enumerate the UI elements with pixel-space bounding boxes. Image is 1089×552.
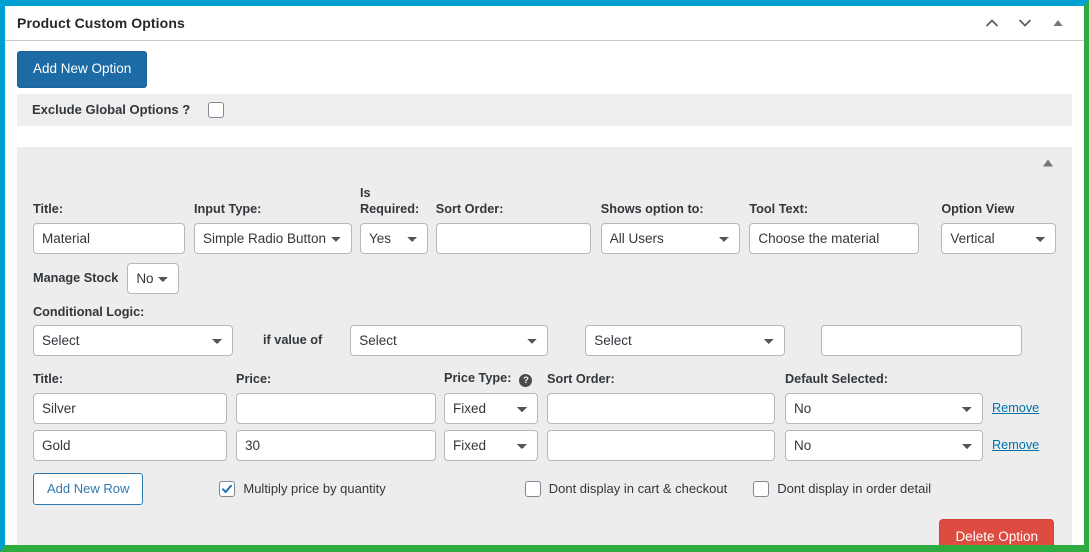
help-circle-icon[interactable]: ? [519, 373, 533, 387]
label-manage-stock: Manage Stock [33, 271, 119, 285]
table-row: Fixed No Remove [33, 429, 1056, 461]
option-view-select[interactable]: Vertical [941, 222, 1057, 254]
rows-footer: Add New Row Multiply price by quantity D… [33, 472, 1056, 505]
label-input-type: Input Type: [193, 201, 262, 216]
row-price-input[interactable] [236, 429, 436, 461]
row-remove-link[interactable]: Remove [992, 438, 1039, 452]
field-option-view: Option View Vertical [941, 201, 1057, 254]
multiply-price-label: Multiply price by quantity [243, 481, 386, 496]
label-row-default-selected: Default Selected: [785, 371, 888, 386]
rows-header: Title: Price: Price Type:? Sort Order: D… [33, 370, 1056, 387]
row-price-input[interactable] [236, 392, 436, 424]
row-price-type-select[interactable]: Fixed [444, 392, 538, 424]
chevron-up-icon[interactable] [984, 15, 1000, 31]
conditional-logic-row: Select if value of Select Select [33, 324, 1056, 356]
manage-stock-row: Manage Stock No [33, 262, 1056, 294]
hide-in-order-checkbox[interactable] [753, 480, 770, 497]
option-sort-order-input[interactable] [435, 222, 591, 254]
label-option-view: Option View [941, 201, 1015, 216]
panel-body: Add New Option Exclude Global Options ? … [5, 41, 1084, 545]
multiply-price-group: Multiply price by quantity [219, 480, 386, 497]
field-title: Title: [33, 201, 185, 254]
label-title: Title: [33, 201, 64, 216]
option-title-input[interactable] [33, 222, 185, 254]
label-row-sort-order: Sort Order: [547, 371, 615, 386]
panel-toggle-triangle-up-icon[interactable] [1050, 15, 1066, 31]
field-input-type: Input Type: Simple Radio Button [193, 201, 352, 254]
input-type-select[interactable]: Simple Radio Button [193, 222, 352, 254]
conditional-logic-value-input[interactable] [821, 324, 1023, 356]
header-icon-group [984, 15, 1072, 31]
hide-order-group: Dont display in order detail [753, 480, 932, 497]
label-sort-order: Sort Order: [435, 201, 504, 216]
tool-text-input[interactable] [749, 222, 920, 254]
exclude-global-options-bar: Exclude Global Options ? [17, 93, 1072, 126]
field-tool-text: Tool Text: [749, 201, 920, 254]
row-title-input[interactable] [33, 392, 227, 424]
multiply-price-checkbox[interactable] [219, 480, 236, 497]
field-is-required: Is Required: Yes [359, 185, 428, 254]
delete-option-row: Delete Option [33, 518, 1056, 545]
conditional-logic-select-3[interactable]: Select [585, 324, 786, 356]
add-new-option-button[interactable]: Add New Option [17, 51, 148, 88]
exclude-global-options-checkbox[interactable] [208, 101, 225, 118]
exclude-global-options-label: Exclude Global Options ? [32, 102, 191, 117]
field-shows-option-to: Shows option to: All Users [600, 201, 741, 254]
hide-in-cart-label: Dont display in cart & checkout [548, 481, 728, 496]
page-title: Product Custom Options [17, 15, 185, 31]
shows-option-to-select[interactable]: All Users [600, 222, 741, 254]
row-title-input[interactable] [33, 429, 227, 461]
label-conditional-logic: Conditional Logic: [33, 304, 145, 319]
row-sort-order-input[interactable] [547, 392, 775, 424]
conditional-logic-select-1[interactable]: Select [33, 324, 233, 356]
row-sort-order-input[interactable] [547, 429, 775, 461]
label-row-price-type-text: Price Type: [444, 370, 512, 385]
chevron-down-icon[interactable] [1017, 15, 1033, 31]
product-custom-options-panel: Product Custom Options Add New Option Ex… [0, 0, 1089, 552]
conditional-logic-select-2[interactable]: Select [350, 324, 549, 356]
hide-in-cart-checkbox[interactable] [524, 480, 541, 497]
delete-option-button[interactable]: Delete Option [939, 518, 1054, 545]
row-price-type-select[interactable]: Fixed [444, 429, 538, 461]
field-sort-order: Sort Order: [435, 201, 591, 254]
manage-stock-select[interactable]: No [127, 262, 180, 294]
add-new-row-button[interactable]: Add New Row [33, 472, 144, 505]
option-card: Title: Input Type: Simple Radio Button I… [17, 146, 1072, 545]
label-if-value-of: if value of [263, 333, 323, 347]
is-required-select[interactable]: Yes [359, 222, 428, 254]
label-row-price-type: Price Type:? [444, 370, 538, 387]
option-collapse-triangle-up-icon[interactable] [1039, 155, 1057, 171]
option-main-row: Title: Input Type: Simple Radio Button I… [33, 185, 1057, 254]
row-default-selected-select[interactable]: No [785, 392, 983, 424]
hide-in-order-label: Dont display in order detail [777, 481, 932, 496]
row-default-selected-select[interactable]: No [785, 429, 983, 461]
label-tool-text: Tool Text: [749, 201, 809, 216]
label-is-required: Is Required: [359, 185, 420, 216]
row-remove-link[interactable]: Remove [992, 401, 1039, 415]
panel-header: Product Custom Options [5, 6, 1084, 41]
table-row: Fixed No Remove [33, 392, 1056, 424]
label-row-price: Price: [236, 371, 272, 386]
hide-cart-group: Dont display in cart & checkout [524, 480, 728, 497]
label-row-title: Title: [33, 371, 64, 386]
label-shows-option-to: Shows option to: [600, 201, 704, 216]
